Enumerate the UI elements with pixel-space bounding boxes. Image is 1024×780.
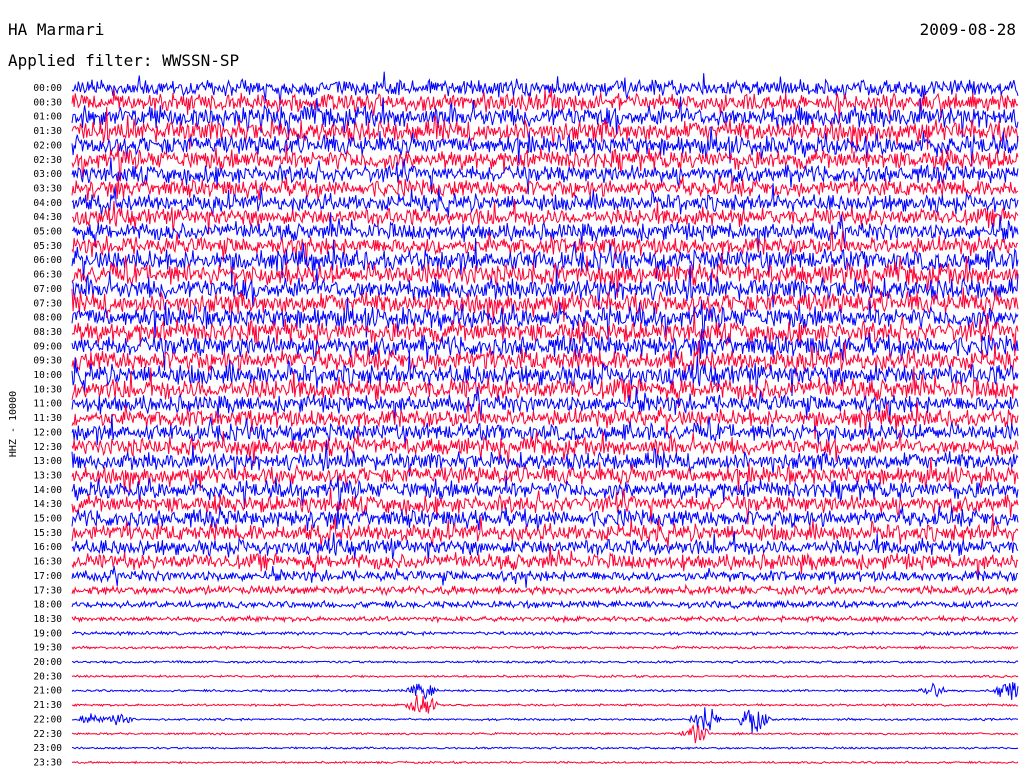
tick-label: 08:30	[33, 327, 62, 338]
tick-label: 00:30	[33, 97, 62, 108]
tick-label: 23:30	[33, 757, 62, 768]
trace-line	[71, 630, 1019, 637]
tick-label: 16:30	[33, 557, 62, 568]
tick-label: 03:00	[33, 169, 62, 180]
tick-label: 02:30	[33, 155, 62, 166]
tick-label: 04:00	[33, 198, 62, 209]
trace-line	[71, 760, 1019, 765]
trace-line	[71, 599, 1019, 610]
tick-label: 15:30	[33, 528, 62, 539]
trace-line	[71, 614, 1019, 624]
trace-line	[71, 682, 1019, 701]
tick-label: 13:30	[33, 470, 62, 481]
helicorder-chart: HHZ - 10000 00:00 00:30 01:00 01:30 02:00 02:…	[8, 71, 1019, 768]
seismogram-page: HHZ - 10000 00:00 00:30 01:00 01:30 02:00 02:…	[0, 0, 1024, 780]
tick-label: 22:00	[33, 714, 62, 725]
tick-label: 04:30	[33, 212, 62, 223]
trace-line	[71, 746, 1019, 751]
trace-line	[71, 707, 1018, 734]
tick-label: 06:00	[33, 255, 62, 266]
tick-label: 07:00	[33, 284, 62, 295]
trace-line	[71, 695, 1018, 714]
tick-label: 12:30	[33, 442, 62, 453]
trace-line	[71, 674, 1019, 679]
tick-label: 11:00	[33, 399, 62, 410]
tick-label: 09:30	[33, 356, 62, 367]
tick-label: 14:00	[33, 485, 62, 496]
applied-filter: Applied filter: WWSSN-SP	[8, 51, 240, 70]
trace-line	[71, 659, 1019, 665]
tick-label: 17:30	[33, 585, 62, 596]
tick-label: 16:00	[33, 542, 62, 553]
tick-label: 20:00	[33, 657, 62, 668]
tick-label: 10:00	[33, 370, 62, 381]
tick-label: 14:30	[33, 499, 62, 510]
tick-label: 12:00	[33, 427, 62, 438]
tick-label: 09:00	[33, 341, 62, 352]
tick-label: 22:30	[33, 729, 62, 740]
tick-label: 21:00	[33, 686, 62, 697]
tick-label: 19:30	[33, 643, 62, 654]
tick-label: 19:00	[33, 628, 62, 639]
trace-line	[71, 724, 1019, 744]
tick-label: 01:30	[33, 126, 62, 137]
tick-label: 10:30	[33, 384, 62, 395]
tick-label: 20:30	[33, 671, 62, 682]
tick-label: 23:00	[33, 743, 62, 754]
tick-label: 18:00	[33, 600, 62, 611]
tick-label: 15:00	[33, 514, 62, 525]
tick-label: 21:30	[33, 700, 62, 711]
tick-label: 18:30	[33, 614, 62, 625]
tick-label: 05:00	[33, 227, 62, 238]
tick-label: 02:00	[33, 140, 62, 151]
station-name: HA Marmari	[8, 20, 105, 39]
trace-line	[71, 583, 1019, 597]
tick-label: 05:30	[33, 241, 62, 252]
tick-label: 08:00	[33, 313, 62, 324]
tick-label: 07:30	[33, 298, 62, 309]
tick-label: 06:30	[33, 270, 62, 281]
trace-group	[71, 71, 1019, 765]
tick-label: 17:00	[33, 571, 62, 582]
tick-label: 11:30	[33, 413, 62, 424]
y-axis-label: HHZ - 10000	[8, 391, 19, 457]
trace-line	[71, 645, 1019, 651]
tick-label-group: 00:00 00:30 01:00 01:30 02:00 02:30 03:00 03:30…	[33, 83, 62, 768]
tick-label: 01:00	[33, 112, 62, 123]
record-date: 2009-08-28	[919, 20, 1016, 39]
tick-label: 13:00	[33, 456, 62, 467]
tick-label: 00:00	[33, 83, 62, 94]
trace-line	[71, 565, 1019, 588]
tick-label: 03:30	[33, 183, 62, 194]
